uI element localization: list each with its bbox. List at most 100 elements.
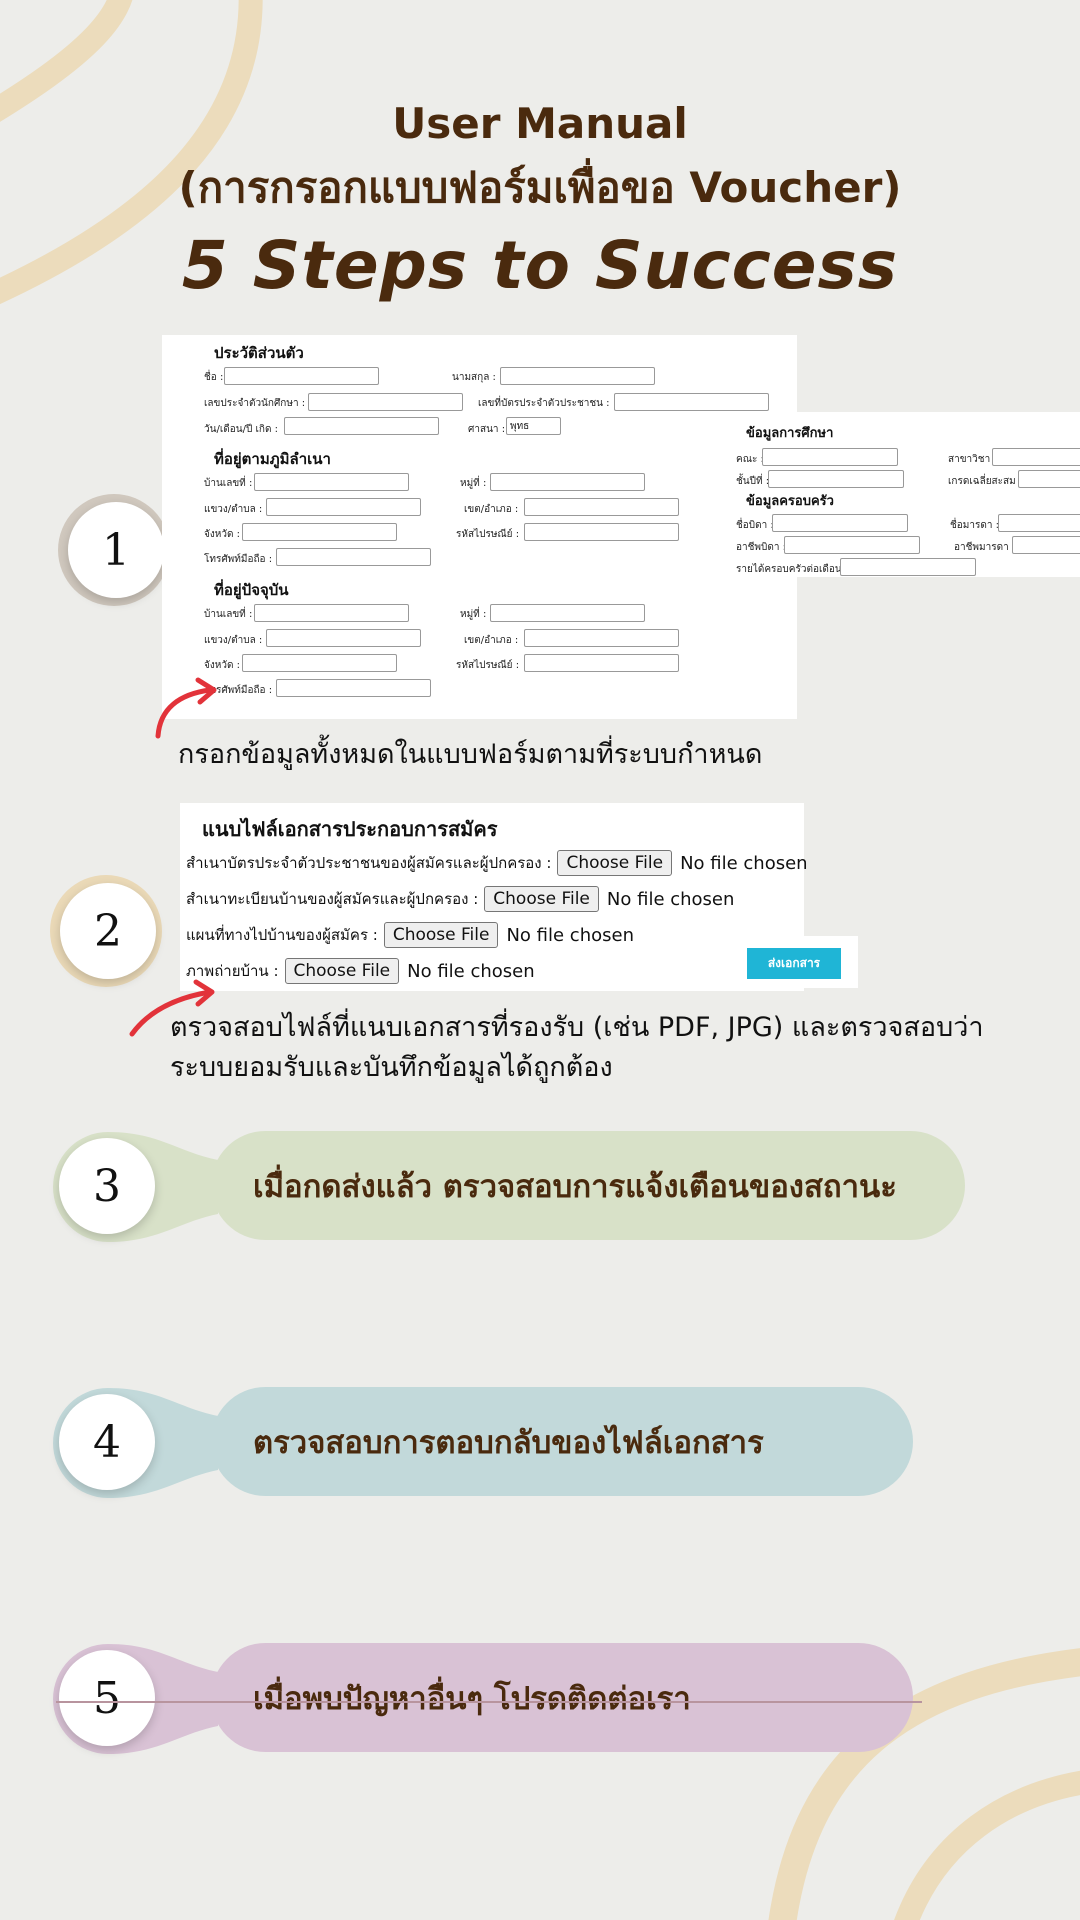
step-1-badge: 1 [58, 494, 178, 614]
step-3-pill: เมื่อกดส่งแล้ว ตรวจสอบการแจ้งเตือนของสถา… [211, 1131, 965, 1240]
label-postcode-1: รหัสไปรษณีย์ : [456, 529, 520, 540]
choose-file-button[interactable]: Choose File [557, 850, 673, 876]
attachments-screenshot: แนบไฟล์เอกสารประกอบการสมัคร สำเนาบัตรประ… [180, 803, 808, 991]
label-year: ชั้นปีที่ : [736, 476, 770, 487]
label-major: สาขาวิชา : [948, 454, 997, 465]
name-field[interactable] [224, 367, 379, 385]
label-income: รายได้ครอบครัวต่อเดือน : [736, 564, 849, 575]
faculty-field[interactable] [762, 448, 898, 466]
attachment-row-house-photo: ภาพถ่ายบ้าน : Choose File No file chosen [186, 958, 535, 984]
file-status: No file chosen [606, 888, 735, 910]
step-5-number: 5 [59, 1650, 155, 1746]
label-surname: นามสกุล : [452, 372, 496, 383]
postcode-field-1[interactable] [524, 523, 679, 541]
choose-file-button[interactable]: Choose File [284, 958, 400, 984]
district-field-1[interactable] [524, 498, 679, 516]
title-line-1: User Manual [392, 99, 688, 148]
attachment-label: แผนที่ทางไปบ้านของผู้สมัคร : [186, 926, 378, 944]
section-heading-education: ข้อมูลการศึกษา [746, 426, 834, 441]
page-subtitle: 5 Steps to Success [181, 227, 899, 304]
income-field[interactable] [840, 558, 976, 576]
subdistrict-field-1[interactable] [266, 498, 421, 516]
major-field[interactable] [992, 448, 1080, 466]
step-2-description-line-2: ระบบยอมรับและบันทึกข้อมูลได้ถูกต้อง [170, 1052, 613, 1083]
choose-file-button[interactable]: Choose File [383, 922, 499, 948]
file-status: No file chosen [680, 852, 808, 874]
label-subdistrict-1: แขวง/ตำบล : [204, 504, 263, 515]
mother-field[interactable] [998, 514, 1080, 532]
label-province-1: จังหวัด : [204, 529, 240, 540]
label-house-no-1: บ้านเลขที่ : [204, 478, 253, 489]
province-field-1[interactable] [242, 523, 397, 541]
label-religion: ศาสนา : [468, 424, 506, 435]
step-1-number: 1 [68, 502, 164, 598]
mobile-field-2[interactable] [276, 679, 431, 697]
moo-field-2[interactable] [490, 604, 645, 622]
province-field-2[interactable] [242, 654, 397, 672]
label-mother: ชื่อมารดา : [950, 520, 1000, 531]
house-no-field-1[interactable] [254, 473, 409, 491]
label-moo-2: หมู่ที่ : [460, 609, 487, 620]
attachment-label: สำเนาทะเบียนบ้านของผู้สมัครและผู้ปกครอง … [186, 890, 479, 908]
attachments-heading: แนบไฟล์เอกสารประกอบการสมัคร [202, 817, 498, 841]
moo-field-1[interactable] [490, 473, 645, 491]
label-district-1: เขต/อำเภอ : [464, 504, 519, 515]
year-field[interactable] [768, 470, 904, 488]
step-2-number: 2 [60, 883, 156, 979]
label-faculty: คณะ : [736, 454, 764, 465]
label-moo-1: หมู่ที่ : [460, 478, 487, 489]
house-no-field-2[interactable] [254, 604, 409, 622]
subdistrict-field-2[interactable] [266, 629, 421, 647]
attachment-label: สำเนาบัตรประจำตัวประชาชนของผู้สมัครและผู… [186, 854, 552, 872]
step-1-description: กรอกข้อมูลทั้งหมดในแบบฟอร์มตามที่ระบบกำห… [178, 739, 763, 770]
section-heading-current: ที่อยู่ปัจจุบัน [214, 581, 289, 599]
step-4-number: 4 [59, 1394, 155, 1490]
section-heading-personal: ประวัติส่วนตัว [214, 344, 304, 362]
submit-documents-button[interactable]: ส่งเอกสาร [747, 948, 841, 979]
form-screenshot-education: ข้อมูลการศึกษา คณะ : สาขาวิชา : ชั้นปีที… [724, 412, 1080, 577]
father-field[interactable] [772, 514, 908, 532]
label-postcode-2: รหัสไปรษณีย์ : [456, 660, 520, 671]
label-mobile-1: โทรศัพท์มือถือ : [204, 554, 273, 565]
label-district-2: เขต/อำเภอ : [464, 635, 519, 646]
file-status: No file chosen [506, 924, 634, 946]
step-2-description-line-1: ตรวจสอบไฟล์ที่แนบเอกสารที่รองรับ (เช่น P… [170, 1012, 984, 1043]
label-father-job: อาชีพบิดา : [736, 542, 787, 553]
surname-field[interactable] [500, 367, 655, 385]
label-subdistrict-2: แขวง/ตำบล : [204, 635, 263, 646]
label-house-no-2: บ้านเลขที่ : [204, 609, 253, 620]
title-line-2: (การกรอกแบบฟอร์มเพื่อขอ Voucher) [178, 163, 902, 212]
label-father: ชื่อบิดา : [736, 520, 774, 531]
file-status: No file chosen [407, 960, 535, 982]
attachment-row-house-registration: สำเนาทะเบียนบ้านของผู้สมัครและผู้ปกครอง … [186, 886, 734, 912]
section-heading-family: ข้อมูลครอบครัว [746, 494, 834, 509]
mother-job-field[interactable] [1012, 536, 1080, 554]
label-mother-job: อาชีพมารดา : [954, 542, 1016, 553]
label-student-id: เลขประจำตัวนักศึกษา : [204, 398, 306, 409]
attachment-row-id-card: สำเนาบัตรประจำตัวประชาชนของผู้สมัครและผู… [186, 850, 808, 876]
mobile-field-1[interactable] [276, 548, 431, 566]
label-citizen-id: เลขที่บัตรประจำตัวประชาชน : [478, 398, 610, 409]
section-heading-domicile: ที่อยู่ตามภูมิลำเนา [214, 450, 331, 468]
religion-select[interactable]: พุทธ [506, 417, 561, 435]
choose-file-button[interactable]: Choose File [484, 886, 599, 912]
form-screenshot-personal: ประวัติส่วนตัว ชื่อ : นามสกุล : เลขประจำ… [162, 335, 797, 719]
attachment-row-map: แผนที่ทางไปบ้านของผู้สมัคร : Choose File… [186, 922, 634, 948]
label-dob: วัน/เดือน/ปี เกิด : [204, 424, 278, 435]
citizen-id-field[interactable] [614, 393, 769, 411]
red-arrow-icon [155, 677, 217, 739]
page-title: User Manual (การกรอกแบบฟอร์มเพื่อขอ Vouc… [0, 92, 1080, 220]
postcode-field-2[interactable] [524, 654, 679, 672]
father-job-field[interactable] [784, 536, 920, 554]
step-4-pill: ตรวจสอบการตอบกลับของไฟล์เอกสาร [211, 1387, 913, 1496]
gpa-field[interactable] [1018, 470, 1080, 488]
label-gpa: เกรดเฉลี่ยสะสม : [948, 476, 1023, 487]
dob-field[interactable] [284, 417, 439, 435]
label-name: ชื่อ : [204, 372, 224, 383]
step-3-number: 3 [59, 1138, 155, 1234]
step-5-pill: เมื่อพบปัญหาอื่นๆ โปรดติดต่อเรา [211, 1643, 913, 1752]
district-field-2[interactable] [524, 629, 679, 647]
strike-line [56, 1701, 922, 1703]
student-id-field[interactable] [308, 393, 463, 411]
step-2-description: ตรวจสอบไฟล์ที่แนบเอกสารที่รองรับ (เช่น P… [170, 1008, 984, 1088]
